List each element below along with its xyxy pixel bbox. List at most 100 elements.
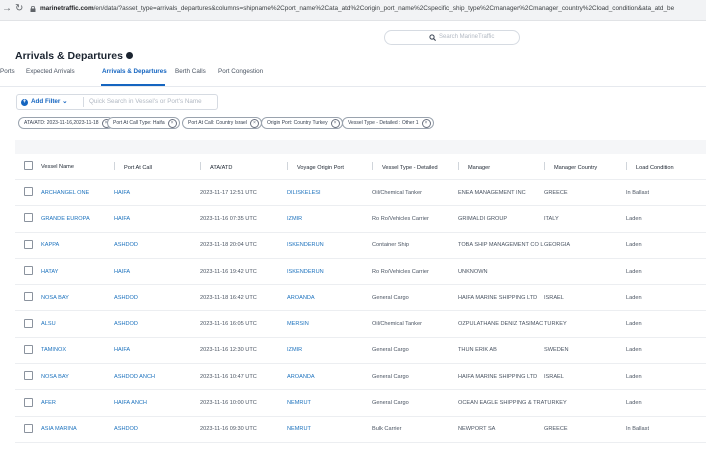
cell-voyage-origin-port[interactable]: AROANDA <box>287 284 372 312</box>
cell-vessel-name[interactable]: KAPPA <box>41 232 114 259</box>
cell-port-at-call[interactable]: HAIFA <box>114 205 200 233</box>
cell-vessel-name[interactable]: ASIA MARINA <box>41 416 114 443</box>
col-header-load-condition[interactable]: Load Condition <box>626 154 706 180</box>
column-resize-handle[interactable] <box>372 162 373 170</box>
row-checkbox[interactable] <box>24 397 33 407</box>
cell-manager-country: ITALY <box>544 205 626 233</box>
table-row[interactable]: TAMINOX HAIFA 2023-11-16 12:30 UTC IZMIR Gen… <box>15 337 706 365</box>
close-icon[interactable]: × <box>421 119 431 128</box>
cell-voyage-origin-port[interactable]: IZMIR <box>287 337 372 365</box>
global-search-input[interactable]: Search MarineTraffic <box>384 30 520 45</box>
cell-vessel-type: General Cargo <box>372 363 458 391</box>
column-resize-handle[interactable] <box>544 162 545 170</box>
table-row[interactable]: NOSA BAY ASHDOD 2023-11-18 16:42 UTC AROAND… <box>15 284 706 312</box>
filter-chip[interactable]: Origin Port: Country Turkey × <box>261 117 343 129</box>
cell-manager: HAIFA MARINE SHIPPING LTD <box>458 363 544 391</box>
cell-load-condition: Laden <box>626 389 706 417</box>
close-icon[interactable]: × <box>330 119 340 128</box>
filter-chip[interactable]: Vessel Type - Detailed : Other 1 × <box>342 117 434 129</box>
table-row[interactable]: AFER HAIFA ANCH 2023-11-16 10:00 UTC NEMRUT… <box>15 389 706 417</box>
reload-icon[interactable]: ↻ <box>15 3 23 14</box>
cell-manager: THUN ERIK AB <box>458 337 544 365</box>
row-checkbox[interactable] <box>24 239 33 249</box>
cell-port-at-call[interactable]: ASHDOD <box>114 416 200 443</box>
tab-port-congestion[interactable]: Port Congestion <box>218 68 263 75</box>
cell-vessel-name[interactable]: TAMINOX <box>41 337 114 365</box>
cell-port-at-call[interactable]: HAIFA ANCH <box>114 389 200 417</box>
tab-berth-calls[interactable]: Berth Calls <box>175 68 206 75</box>
col-header-vessel-name[interactable]: Vessel Name <box>41 154 114 180</box>
cell-vessel-name[interactable]: HATAY <box>41 258 114 286</box>
row-checkbox[interactable] <box>24 187 33 197</box>
row-checkbox[interactable] <box>24 371 33 381</box>
cell-port-at-call[interactable]: ASHDOD <box>114 232 200 259</box>
col-header-ata-atd[interactable]: ATA/ATD <box>200 154 287 180</box>
column-resize-handle[interactable] <box>626 162 627 170</box>
close-icon[interactable]: × <box>249 119 259 128</box>
cell-vessel-type: Oil/Chemical Tanker <box>372 310 458 338</box>
row-checkbox[interactable] <box>24 423 33 433</box>
cell-load-condition: In Ballast <box>626 179 706 207</box>
column-resize-handle[interactable] <box>458 162 459 170</box>
col-header-vessel-type[interactable]: Vessel Type - Detailed <box>372 154 458 180</box>
add-filter-button[interactable]: + Add Filter ⌄ <box>21 98 67 106</box>
table-row[interactable]: GRANDE EUROPA HAIFA 2023-11-16 07:35 UTC IZ… <box>15 205 706 233</box>
row-checkbox[interactable] <box>24 318 33 328</box>
cell-ata-atd: 2023-11-16 16:05 UTC <box>200 310 287 338</box>
address-bar[interactable]: marinetraffic.com/en/data/?asset_type=ar… <box>40 5 704 12</box>
table-row[interactable]: ARCHANGEL ONE HAIFA 2023-11-17 12:51 UTC DI… <box>15 179 706 207</box>
col-header-voyage-origin-port[interactable]: Voyage Origin Port <box>287 154 372 180</box>
divider <box>83 97 84 107</box>
row-checkbox[interactable] <box>24 292 33 302</box>
row-checkbox[interactable] <box>24 266 33 276</box>
col-header-port-at-call[interactable]: Port At Call <box>114 154 200 180</box>
cell-voyage-origin-port[interactable]: ISKENDERUN <box>287 258 372 286</box>
close-icon[interactable]: × <box>167 119 177 128</box>
info-icon[interactable] <box>125 52 133 59</box>
cell-port-at-call[interactable]: ASHDOD <box>114 310 200 338</box>
cell-voyage-origin-port[interactable]: IZMIR <box>287 205 372 233</box>
cell-port-at-call[interactable]: HAIFA <box>114 258 200 286</box>
quick-search-input[interactable]: Quick Search in Vessel's or Port's Name <box>89 98 202 105</box>
tab-ports[interactable]: Ports <box>0 68 15 75</box>
cell-voyage-origin-port[interactable]: MERSIN <box>287 310 372 338</box>
select-all-checkbox[interactable] <box>24 161 33 170</box>
back-arrow-icon[interactable]: → <box>2 3 12 14</box>
row-checkbox[interactable] <box>24 213 33 223</box>
cell-vessel-name[interactable]: GRANDE EUROPA <box>41 205 114 233</box>
table-header-row: Vessel Name Port At Call ATA/ATD Voyage … <box>15 154 706 180</box>
cell-vessel-name[interactable]: ALSU <box>41 310 114 338</box>
filter-chip[interactable]: ATA/ATD: 2023-11-16,2023-11-18× <box>18 117 114 129</box>
filter-chip[interactable]: Port At Call: Country Israel × <box>182 117 262 129</box>
table-row[interactable]: HATAY HAIFA 2023-11-16 19:42 UTC ISKENDERUN… <box>15 258 706 286</box>
tab-expected-arrivals[interactable]: Expected Arrivals <box>26 68 75 75</box>
cell-port-at-call[interactable]: HAIFA <box>114 179 200 207</box>
row-checkbox[interactable] <box>24 344 33 354</box>
cell-port-at-call[interactable]: ASHDOD <box>114 284 200 312</box>
column-resize-handle[interactable] <box>114 162 115 170</box>
table-row[interactable]: ASIA MARINA ASHDOD 2023-11-16 09:30 UTC NEM… <box>15 416 706 443</box>
cell-voyage-origin-port[interactable]: NEMRUT <box>287 389 372 417</box>
filter-chip[interactable]: Port At Call Type: Haifa × <box>107 117 180 129</box>
cell-vessel-name[interactable]: ARCHANGEL ONE <box>41 179 114 207</box>
cell-vessel-name[interactable]: NOSA BAY <box>41 363 114 391</box>
column-resize-handle[interactable] <box>287 162 288 170</box>
column-resize-handle[interactable] <box>200 162 201 170</box>
cell-port-at-call[interactable]: ASHDOD ANCH <box>114 363 200 391</box>
table-row[interactable]: KAPPA ASHDOD 2023-11-18 20:04 UTC ISKENDERU… <box>15 232 706 259</box>
cell-vessel-name[interactable]: AFER <box>41 389 114 417</box>
table-row[interactable]: NOSA BAY ASHDOD ANCH 2023-11-16 10:47 UTC A… <box>15 363 706 391</box>
cell-voyage-origin-port[interactable]: AROANDA <box>287 363 372 391</box>
cell-manager: NEWPORT SA <box>458 416 544 443</box>
row-select-cell <box>15 179 41 207</box>
cell-voyage-origin-port[interactable]: DILISKELESI <box>287 179 372 207</box>
col-header-manager[interactable]: Manager <box>458 154 544 180</box>
table-row[interactable]: ALSU ASHDOD 2023-11-16 16:05 UTC MERSIN Oil/… <box>15 310 706 338</box>
cell-vessel-name[interactable]: NOSA BAY <box>41 284 114 312</box>
cell-manager: GRIMALDI GROUP <box>458 205 544 233</box>
cell-voyage-origin-port[interactable]: ISKENDERUN <box>287 232 372 259</box>
col-header-manager-country[interactable]: Manager Country <box>544 154 626 180</box>
cell-port-at-call[interactable]: HAIFA <box>114 337 200 365</box>
cell-voyage-origin-port[interactable]: NEMRUT <box>287 416 372 443</box>
tab-arrivals-departures[interactable]: Arrivals & Departures <box>102 68 167 75</box>
